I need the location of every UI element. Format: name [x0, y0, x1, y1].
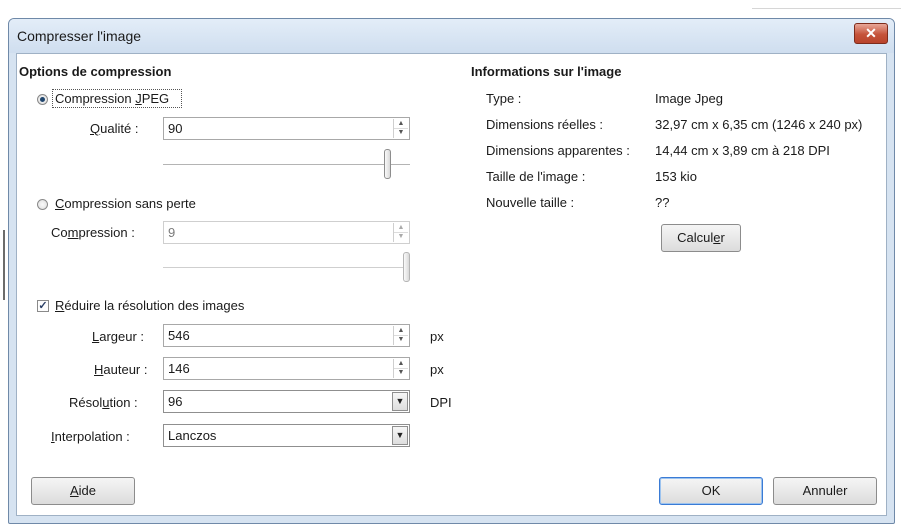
info-type-label: Type :: [486, 91, 522, 106]
interpolation-combobox[interactable]: Lanczos ▼: [163, 424, 410, 447]
info-apparent-dimensions-label: Dimensions apparentes :: [486, 143, 630, 158]
info-real-dimensions-label: Dimensions réelles :: [486, 117, 604, 132]
help-label-accelerator: A: [69, 483, 79, 498]
resolution-label-rest: tion :: [109, 395, 138, 410]
info-apparent-dimensions-value: 14,44 cm x 3,89 cm à 218 DPI: [655, 143, 830, 158]
quality-value: 90: [168, 121, 183, 136]
background-window-edge: [752, 8, 901, 9]
calculate-label-rest: r: [720, 230, 725, 245]
chevron-down-icon[interactable]: ▼: [392, 392, 408, 411]
height-label: Hauteur :: [94, 362, 147, 377]
spin-down-icon[interactable]: ▼: [394, 368, 408, 377]
height-spin-buttons[interactable]: ▲ ▼: [393, 359, 408, 378]
height-unit: px: [430, 362, 444, 377]
dialog-body: Options de compression Compression JPEG …: [16, 53, 887, 516]
calculate-label-part: Calcul: [677, 230, 714, 245]
dialog-title: Compresser l'image: [17, 28, 142, 44]
jpeg-label-rest: PEG: [141, 91, 170, 106]
interpolation-label: Interpolation :: [51, 429, 130, 444]
spin-down-icon[interactable]: ▼: [394, 335, 408, 344]
width-label: Largeur :: [92, 329, 144, 344]
height-label-accelerator: H: [94, 362, 104, 377]
chevron-down-icon[interactable]: ▼: [392, 426, 408, 445]
height-value: 146: [168, 361, 190, 376]
calculate-label-accelerator: e: [713, 230, 721, 245]
reduce-resolution-checkbox[interactable]: ✓: [37, 300, 49, 312]
reduce-label-rest: éduire la résolution des images: [64, 298, 245, 313]
resolution-unit: DPI: [430, 395, 452, 410]
compression-slider-thumb[interactable]: [403, 252, 410, 282]
spin-down-icon[interactable]: ▼: [394, 128, 408, 137]
reduce-resolution-label[interactable]: Réduire la résolution des images: [55, 298, 244, 313]
info-type-value: Image Jpeg: [655, 91, 723, 106]
quality-slider-thumb[interactable]: [384, 149, 391, 179]
width-value: 546: [168, 328, 190, 343]
compression-slider-track[interactable]: [163, 267, 410, 268]
calculate-button[interactable]: Calculer: [661, 224, 741, 252]
lossless-compression-radio[interactable]: [37, 199, 48, 210]
info-real-dimensions-value: 32,97 cm x 6,35 cm (1246 x 240 px): [655, 117, 863, 132]
compress-image-dialog: Compresser l'image ✕ Options de compress…: [8, 18, 895, 524]
title-bar: Compresser l'image ✕: [9, 19, 894, 53]
jpeg-compression-radio[interactable]: [37, 94, 48, 105]
compression-level-label: Compression :: [51, 225, 135, 240]
close-button[interactable]: ✕: [854, 23, 888, 44]
cancel-button[interactable]: Annuler: [773, 477, 877, 505]
jpeg-label-part: Compression: [55, 91, 136, 106]
quality-label-accelerator: Q: [90, 121, 101, 136]
info-image-size-value: 153 kio: [655, 169, 697, 184]
quality-slider-track[interactable]: [163, 164, 410, 165]
checkmark-icon: ✓: [38, 300, 48, 312]
compression-label-accelerator: m: [67, 225, 79, 240]
resolution-label: Résolution :: [69, 395, 138, 410]
resolution-combobox[interactable]: 96 ▼: [163, 390, 410, 413]
resolution-value: 96: [168, 394, 183, 409]
help-label-rest: ide: [78, 483, 97, 498]
compression-label-part: Co: [51, 225, 68, 240]
jpeg-compression-label[interactable]: Compression JPEG: [55, 91, 169, 106]
quality-spin-buttons[interactable]: ▲ ▼: [393, 119, 408, 138]
compression-label-rest: pression :: [78, 225, 135, 240]
resolution-label-part: Résol: [69, 395, 103, 410]
ok-button[interactable]: OK: [659, 477, 763, 505]
info-new-size-label: Nouvelle taille :: [486, 195, 575, 210]
width-unit: px: [430, 329, 444, 344]
image-info-heading: Informations sur l'image: [471, 64, 622, 79]
width-spinbox[interactable]: 546 ▲ ▼: [163, 324, 410, 347]
info-image-size-label: Taille de l'image :: [486, 169, 586, 184]
background-edge-mark: [3, 230, 5, 300]
compression-value: 9: [168, 225, 176, 240]
compression-spin-buttons[interactable]: ▲ ▼: [393, 223, 408, 242]
help-button[interactable]: Aide: [31, 477, 135, 505]
spin-down-icon[interactable]: ▼: [394, 232, 408, 241]
height-spinbox[interactable]: 146 ▲ ▼: [163, 357, 410, 380]
reduce-label-accelerator: R: [55, 298, 65, 313]
quality-spinbox[interactable]: 90 ▲ ▼: [163, 117, 410, 140]
lossless-label-accelerator: C: [55, 196, 65, 211]
lossless-label-rest: ompression sans perte: [64, 196, 196, 211]
info-new-size-value: ??: [655, 195, 670, 210]
height-label-rest: auteur :: [103, 362, 148, 377]
lossless-compression-label[interactable]: Compression sans perte: [55, 196, 196, 211]
quality-label: Qualité :: [90, 121, 138, 136]
background-left-edge: [0, 0, 7, 530]
width-label-rest: argeur :: [99, 329, 145, 344]
compression-options-heading: Options de compression: [19, 64, 172, 79]
close-icon: ✕: [865, 25, 877, 41]
quality-label-rest: ualité :: [100, 121, 139, 136]
interpolation-value: Lanczos: [168, 428, 217, 443]
interpolation-label-rest: nterpolation :: [54, 429, 130, 444]
compression-spinbox[interactable]: 9 ▲ ▼: [163, 221, 410, 244]
width-spin-buttons[interactable]: ▲ ▼: [393, 326, 408, 345]
